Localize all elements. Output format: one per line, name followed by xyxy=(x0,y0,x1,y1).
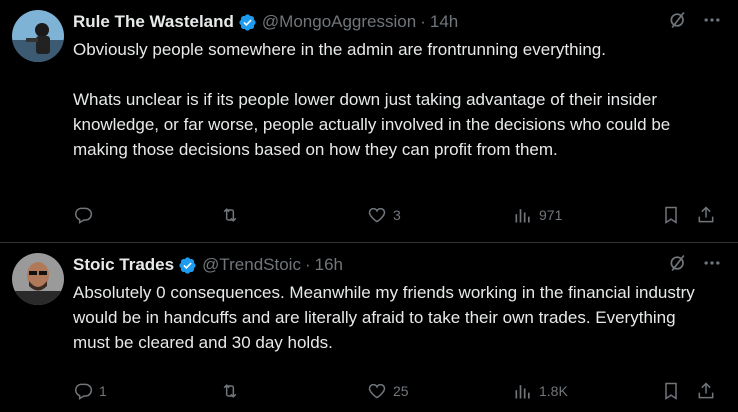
bookmark-button[interactable] xyxy=(661,205,681,225)
views-button[interactable]: 971 xyxy=(513,205,562,225)
views-button[interactable]: 1.8K xyxy=(513,381,568,401)
share-button[interactable] xyxy=(696,381,716,401)
retweet-icon xyxy=(219,205,241,225)
like-count: 25 xyxy=(393,383,409,399)
share-icon xyxy=(696,381,716,401)
separator: · xyxy=(304,255,311,274)
heart-icon xyxy=(367,381,387,401)
avatar[interactable] xyxy=(12,10,64,62)
grok-icon[interactable] xyxy=(668,253,688,278)
view-count: 971 xyxy=(539,207,563,223)
separator: · xyxy=(420,12,426,31)
retweet-icon xyxy=(219,381,241,401)
views-icon xyxy=(513,205,533,225)
share-button[interactable] xyxy=(696,205,716,225)
tweet[interactable]: Stoic Trades @TrendStoic · 16h Absolutel… xyxy=(0,243,738,412)
action-bar: 1 25 1.8K xyxy=(73,379,722,403)
avatar[interactable] xyxy=(12,253,64,305)
bookmark-button[interactable] xyxy=(661,381,681,401)
retweet-button[interactable] xyxy=(219,381,247,401)
reply-button[interactable] xyxy=(73,205,99,225)
tweet-paragraph: Whats unclear is if its people lower dow… xyxy=(73,90,671,159)
bookmark-icon xyxy=(661,205,681,225)
display-name[interactable]: Rule The Wasteland xyxy=(73,10,234,34)
grok-icon[interactable] xyxy=(668,10,688,35)
tweet-header: Stoic Trades @TrendStoic · 16h xyxy=(73,253,722,277)
timestamp[interactable]: 14h xyxy=(430,10,458,34)
verified-badge-icon xyxy=(238,13,257,32)
tweet-header: Rule The Wasteland @MongoAggression · 14… xyxy=(73,10,722,34)
handle[interactable]: @MongoAggression xyxy=(262,10,416,34)
action-bar: 3 971 xyxy=(73,203,722,227)
heart-icon xyxy=(367,205,387,225)
like-button[interactable]: 3 xyxy=(367,205,401,225)
view-count: 1.8K xyxy=(539,383,568,399)
retweet-button[interactable] xyxy=(219,205,247,225)
tweet-text: Absolutely 0 consequences. Meanwhile my … xyxy=(73,280,713,355)
views-icon xyxy=(513,381,533,401)
reply-icon xyxy=(73,381,93,401)
like-button[interactable]: 25 xyxy=(367,381,409,401)
tweet-paragraph: Obviously people somewhere in the admin … xyxy=(73,40,606,59)
handle[interactable]: @TrendStoic xyxy=(202,253,301,277)
reply-count: 1 xyxy=(99,383,107,399)
bookmark-icon xyxy=(661,381,681,401)
reply-button[interactable]: 1 xyxy=(73,381,107,401)
more-icon[interactable] xyxy=(702,10,722,35)
like-count: 3 xyxy=(393,207,401,223)
more-icon[interactable] xyxy=(702,253,722,278)
display-name[interactable]: Stoic Trades xyxy=(73,253,174,277)
share-icon xyxy=(696,205,716,225)
timestamp[interactable]: 16h xyxy=(315,253,343,277)
verified-badge-icon xyxy=(178,256,197,275)
tweet-text: Obviously people somewhere in the admin … xyxy=(73,37,713,162)
tweet[interactable]: Rule The Wasteland @MongoAggression · 14… xyxy=(0,0,738,243)
tweet-paragraph: Absolutely 0 consequences. Meanwhile my … xyxy=(73,283,695,352)
reply-icon xyxy=(73,205,93,225)
